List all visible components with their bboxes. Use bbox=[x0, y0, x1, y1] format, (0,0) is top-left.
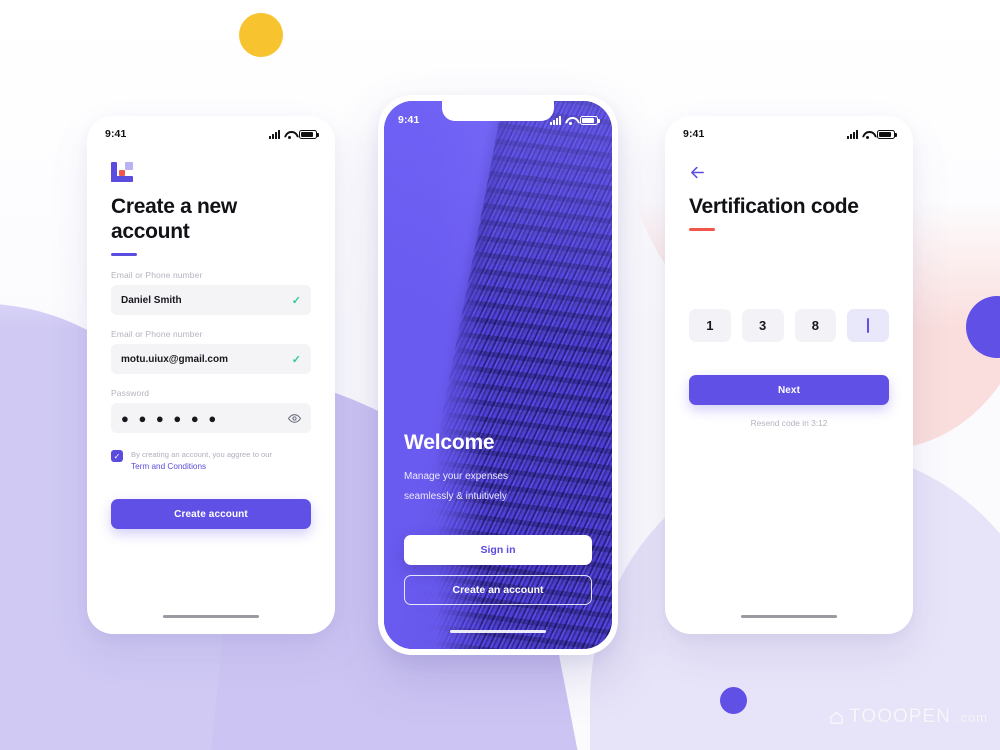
signal-icon bbox=[550, 115, 561, 125]
status-time: 9:41 bbox=[683, 128, 705, 140]
welcome-content: Welcome Manage your expenses seamlessly … bbox=[384, 431, 612, 649]
watermark-text: TOOOPEN bbox=[849, 706, 951, 727]
otp-cell-4[interactable] bbox=[847, 309, 889, 342]
wifi-icon bbox=[284, 130, 295, 139]
welcome-subtitle: Manage your expenses seamlessly & intuit… bbox=[404, 467, 592, 507]
battery-icon bbox=[580, 115, 600, 125]
name-input-value: Daniel Smith bbox=[121, 294, 182, 306]
welcome-subtitle-line2: seamlessly & intuitively bbox=[404, 491, 507, 502]
status-icons bbox=[550, 115, 600, 125]
otp-input-group: 1 3 8 bbox=[689, 309, 889, 342]
yellow-circle-decoration bbox=[239, 13, 283, 57]
title-underline bbox=[689, 228, 715, 231]
phone-welcome: 9:41 Welcome Manage your expenses seamle… bbox=[378, 95, 618, 655]
create-account-button[interactable]: Create account bbox=[111, 499, 311, 529]
field-label: Email or Phone number bbox=[111, 270, 203, 280]
status-bar: 9:41 bbox=[87, 116, 335, 140]
field-group-password: Password ● ● ● ● ● ● bbox=[111, 388, 311, 433]
arrow-left-icon[interactable] bbox=[689, 162, 709, 182]
check-icon: ✓ bbox=[291, 294, 301, 307]
signal-icon bbox=[847, 129, 858, 139]
create-an-account-button[interactable]: Create an account bbox=[404, 575, 592, 605]
text-caret bbox=[867, 318, 869, 333]
welcome-title: Welcome bbox=[404, 431, 495, 454]
status-icons bbox=[269, 129, 319, 139]
phone-verification: 9:41 Vertification code 1 3 8 Next Resen… bbox=[665, 116, 913, 634]
field-label: Email or Phone number bbox=[111, 329, 203, 339]
design-mockup-canvas: TOOOPEN .com 9:41 Create a new account Em… bbox=[0, 0, 1000, 750]
password-input-value: ● ● ● ● ● ● bbox=[121, 410, 220, 426]
status-time: 9:41 bbox=[105, 128, 127, 140]
phone-signup: 9:41 Create a new account Email or Phone… bbox=[87, 116, 335, 634]
terms-label: By creating an account, you aggree to ou… bbox=[131, 450, 272, 459]
sign-in-button[interactable]: Sign in bbox=[404, 535, 592, 565]
next-button[interactable]: Next bbox=[689, 375, 889, 405]
status-icons bbox=[847, 129, 897, 139]
wifi-icon bbox=[565, 116, 576, 125]
email-input[interactable]: motu.uiux@gmail.com ✓ bbox=[111, 344, 311, 374]
status-bar: 9:41 bbox=[384, 101, 612, 126]
welcome-subtitle-line1: Manage your expenses bbox=[404, 471, 508, 482]
status-bar: 9:41 bbox=[665, 116, 913, 140]
otp-cell-1[interactable]: 1 bbox=[689, 309, 731, 342]
purple-dot-bottom bbox=[720, 687, 747, 714]
field-label: Password bbox=[111, 388, 150, 398]
cloud-home-icon bbox=[830, 711, 843, 724]
check-icon: ✓ bbox=[291, 353, 301, 366]
signal-icon bbox=[269, 129, 280, 139]
field-group-name: Email or Phone number Daniel Smith ✓ bbox=[111, 270, 311, 315]
page-title: Create a new account bbox=[111, 195, 237, 243]
terms-row: ✓ By creating an account, you aggree to … bbox=[111, 449, 311, 473]
welcome-screen: 9:41 Welcome Manage your expenses seamle… bbox=[384, 101, 612, 649]
eye-icon[interactable] bbox=[288, 412, 301, 425]
watermark-suffix: .com bbox=[955, 709, 988, 725]
otp-cell-2[interactable]: 3 bbox=[741, 309, 784, 342]
battery-icon bbox=[299, 129, 319, 139]
field-group-email: Email or Phone number motu.uiux@gmail.co… bbox=[111, 329, 311, 374]
page-title: Vertification code bbox=[689, 195, 859, 218]
status-time: 9:41 bbox=[398, 114, 420, 126]
password-input[interactable]: ● ● ● ● ● ● bbox=[111, 403, 311, 433]
resend-code-text[interactable]: Resend code in 3:12 bbox=[689, 418, 889, 428]
site-watermark: TOOOPEN .com bbox=[829, 706, 988, 728]
wifi-icon bbox=[862, 130, 873, 139]
home-indicator bbox=[163, 614, 259, 618]
terms-checkbox[interactable]: ✓ bbox=[111, 450, 123, 462]
app-logo bbox=[111, 162, 133, 182]
name-input[interactable]: Daniel Smith ✓ bbox=[111, 285, 311, 315]
otp-cell-3[interactable]: 8 bbox=[794, 309, 837, 342]
terms-text: By creating an account, you aggree to ou… bbox=[131, 449, 272, 473]
email-input-value: motu.uiux@gmail.com bbox=[121, 353, 228, 365]
title-underline bbox=[111, 253, 137, 256]
home-indicator bbox=[741, 614, 837, 618]
battery-icon bbox=[877, 129, 897, 139]
terms-and-conditions-link[interactable]: Term and Conditions bbox=[131, 461, 272, 473]
